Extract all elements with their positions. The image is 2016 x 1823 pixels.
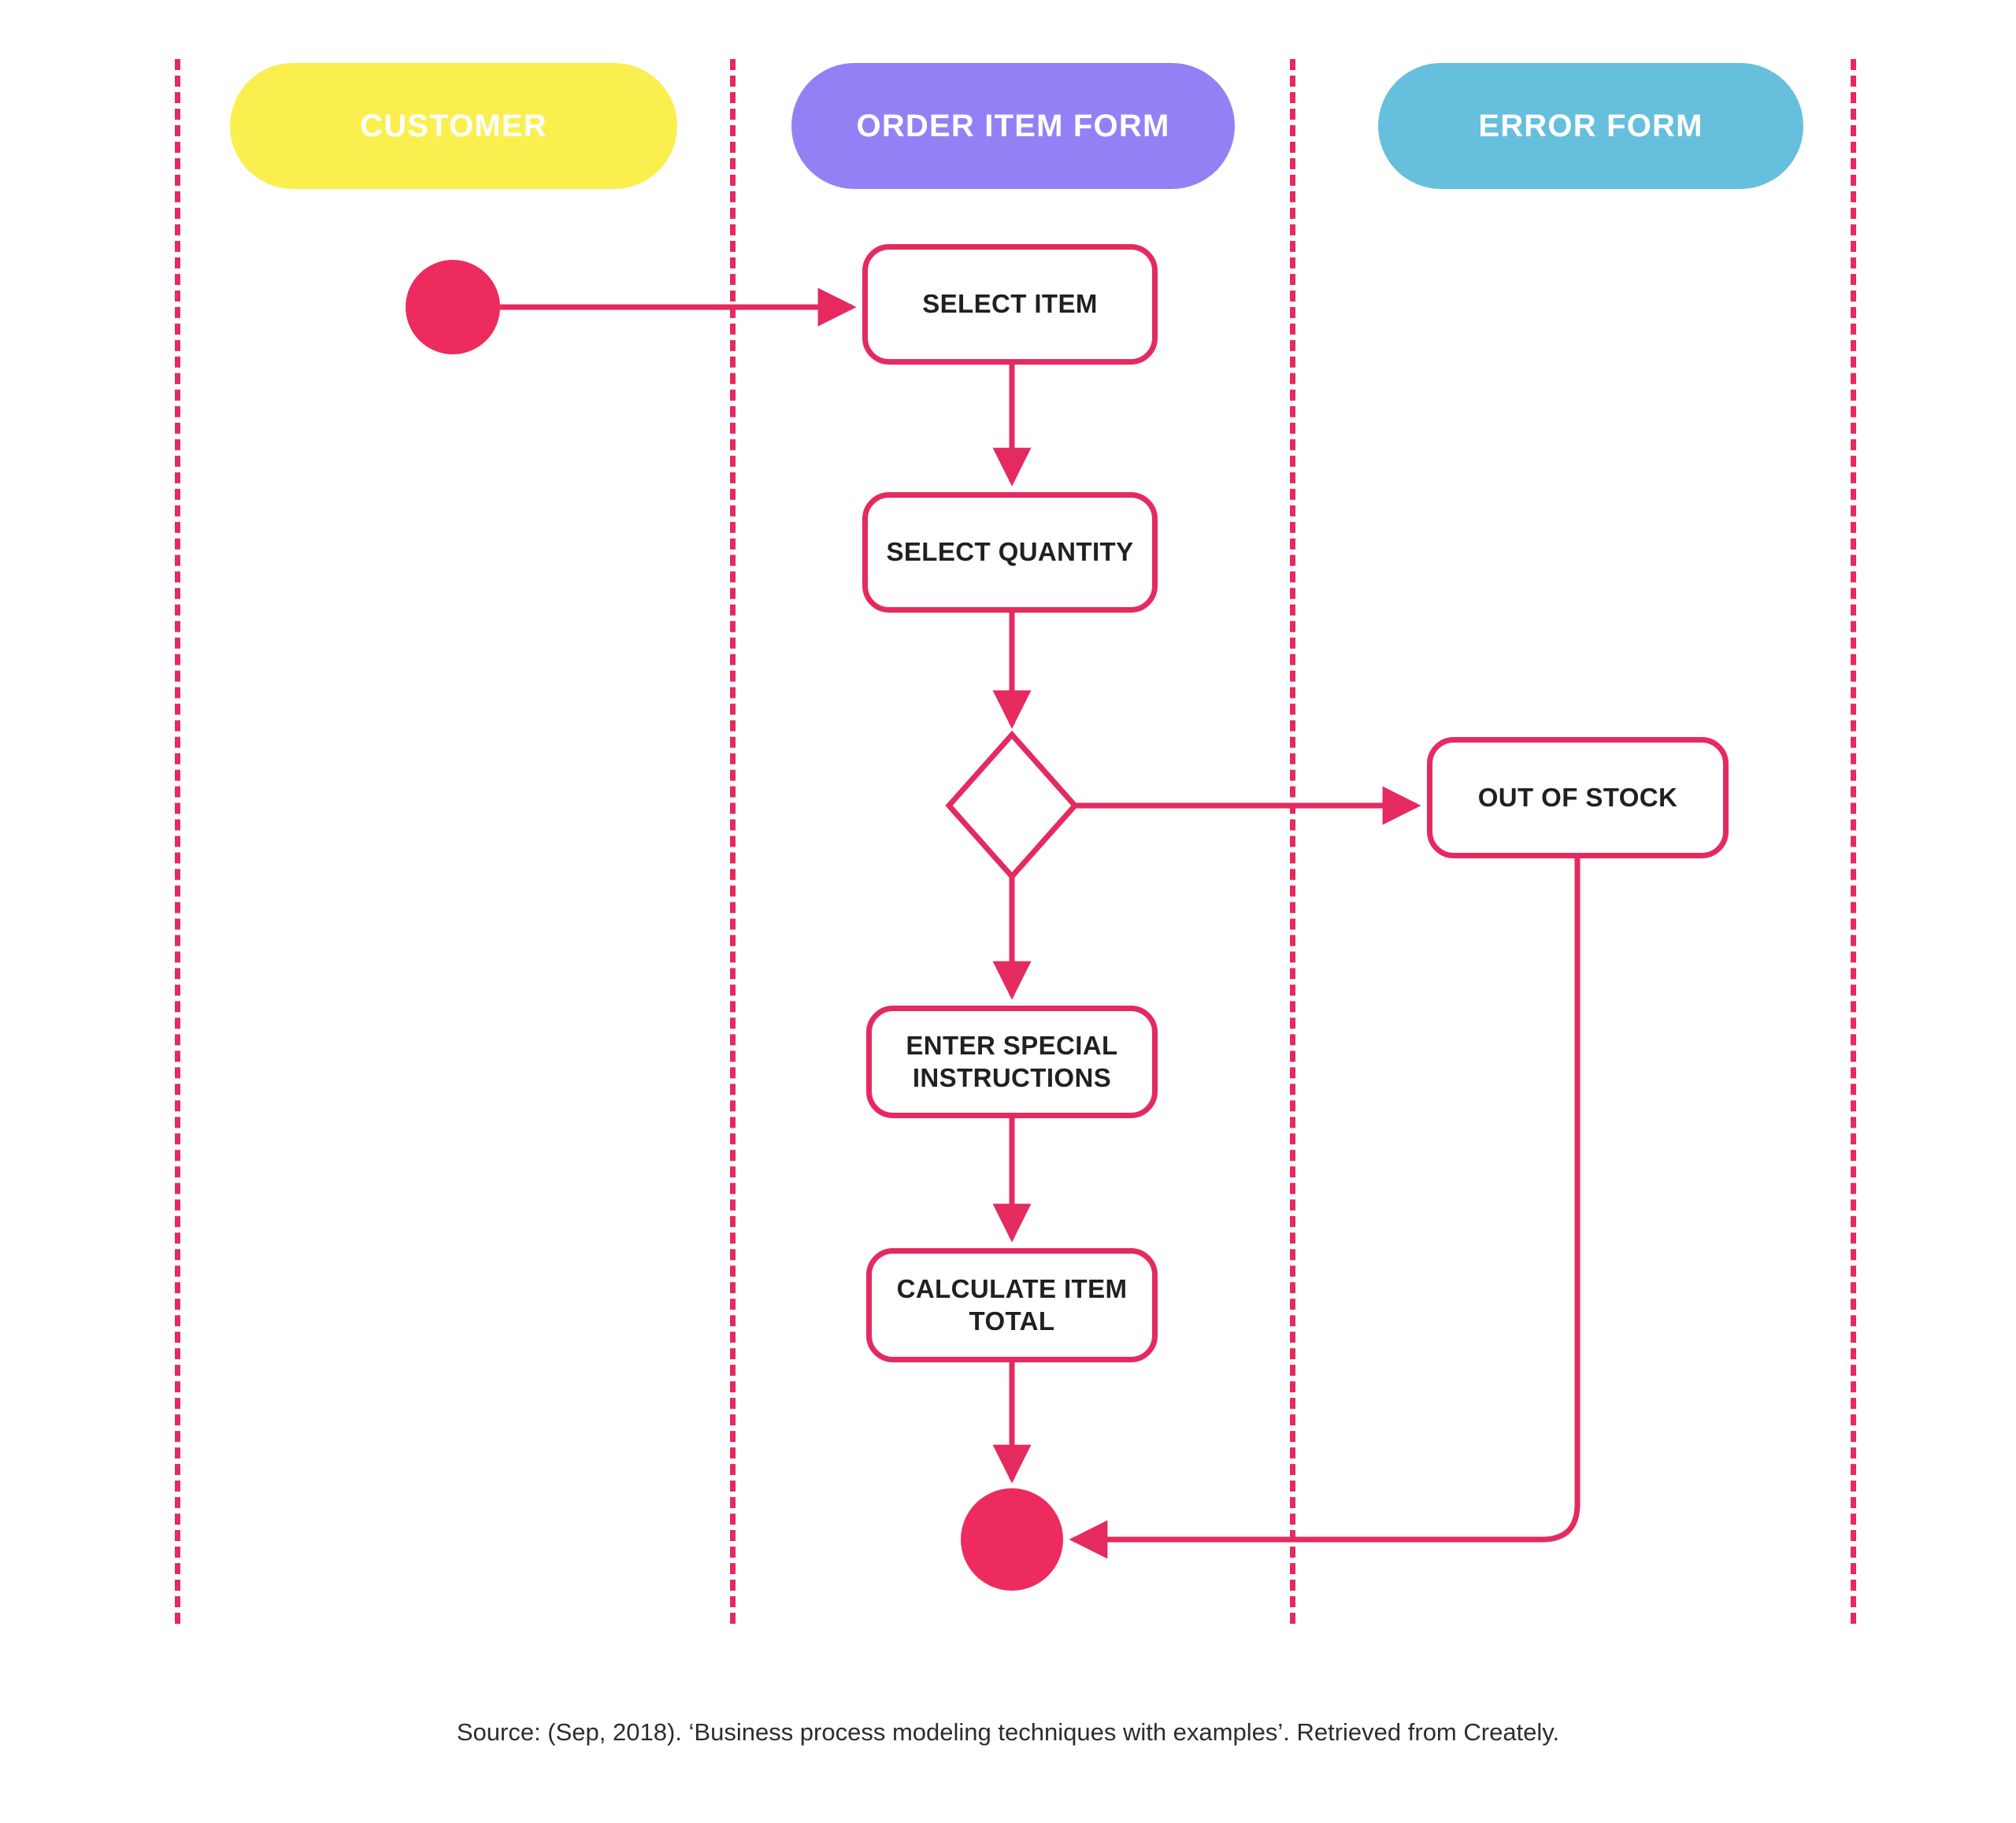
lane-header-error[interactable]: ERROR FORM: [1378, 63, 1803, 189]
lane-divider-1: [730, 59, 736, 1624]
lane-divider-3: [1851, 59, 1856, 1624]
connector-out_of_stock-to-end: [1069, 858, 1581, 1559]
decision-diamond: [945, 730, 1079, 881]
lane-header-label: ERROR FORM: [1478, 108, 1703, 143]
lane-header-customer[interactable]: CUSTOMER: [230, 63, 677, 189]
activity-node-out_of_stock[interactable]: OUT OF STOCK: [1427, 737, 1729, 858]
source-caption: Source: (Sep, 2018). ‘Business process m…: [456, 1718, 1560, 1746]
lane-header-label: CUSTOMER: [360, 108, 547, 143]
lane-header-order_item[interactable]: ORDER ITEM FORM: [791, 63, 1235, 189]
activity-node-label: SELECT ITEM: [922, 289, 1098, 319]
lane-header-label: ORDER ITEM FORM: [856, 108, 1170, 143]
activity-node-select_item[interactable]: SELECT ITEM: [862, 244, 1158, 365]
lane-divider-2: [1290, 59, 1295, 1624]
decision-node-in_stock_decision[interactable]: [943, 728, 1081, 883]
activity-node-label: SELECT QUANTITY: [886, 537, 1134, 567]
lane-divider-0: [175, 59, 180, 1624]
activity-diagram-canvas: CUSTOMER ORDER ITEM FORM ERROR FORM SELECT…: [0, 0, 2016, 1823]
end-node[interactable]: [961, 1488, 1063, 1591]
activity-node-label: CALCULATE ITEM TOTAL: [896, 1274, 1128, 1336]
activity-node-label: OUT OF STOCK: [1477, 782, 1678, 812]
activity-node-enter_special_instructions[interactable]: ENTER SPECIAL INSTRUCTIONS: [866, 1006, 1158, 1118]
activity-node-calculate_item_total[interactable]: CALCULATE ITEM TOTAL: [866, 1248, 1158, 1362]
activity-node-label: ENTER SPECIAL INSTRUCTIONS: [906, 1031, 1118, 1092]
activity-node-select_quantity[interactable]: SELECT QUANTITY: [862, 492, 1158, 613]
start-node[interactable]: [406, 260, 500, 354]
